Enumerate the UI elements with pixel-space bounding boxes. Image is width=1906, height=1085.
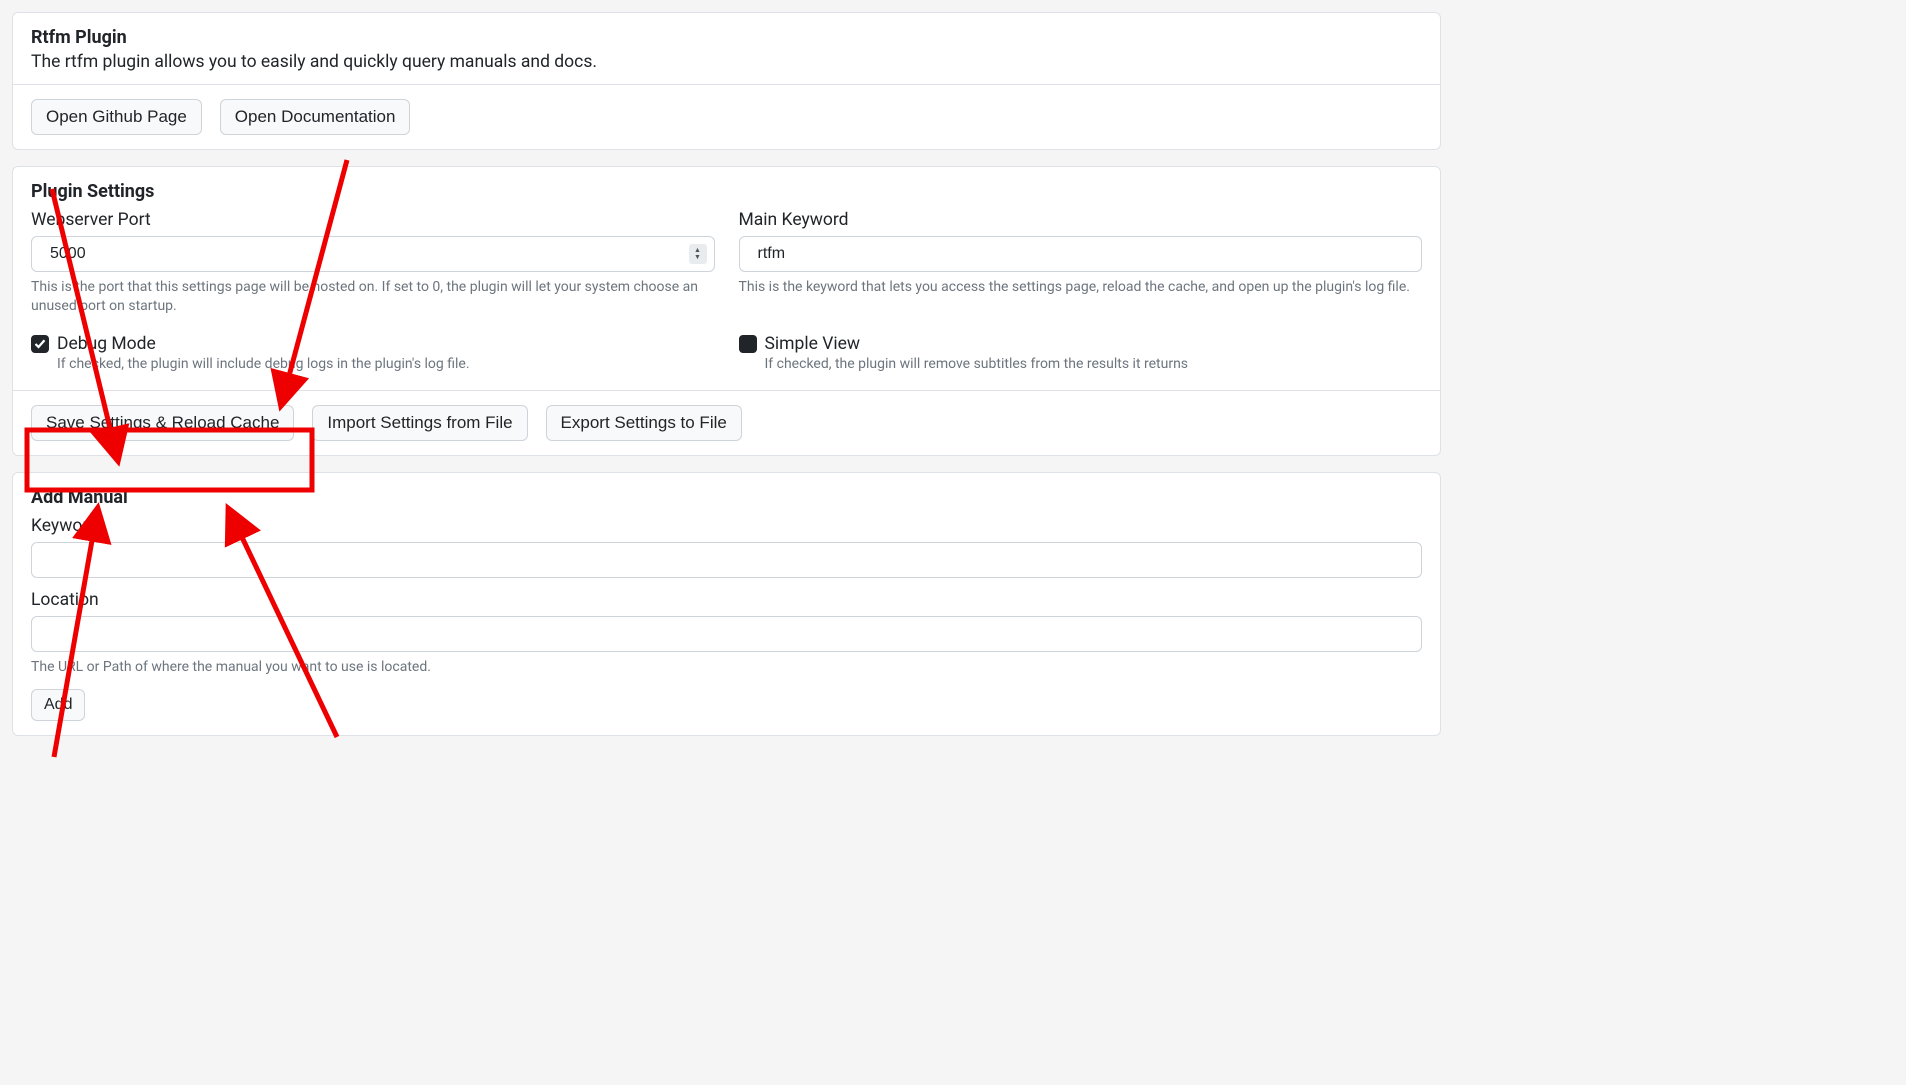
intro-title: Rtfm Plugin [31,27,1422,48]
intro-card: Rtfm Plugin The rtfm plugin allows you t… [12,12,1441,150]
simple-label: Simple View [765,334,861,354]
open-docs-button[interactable]: Open Documentation [220,99,411,135]
debug-label: Debug Mode [57,334,156,354]
keyword-help: This is the keyword that lets you access… [739,278,1423,297]
manual-keyword-input[interactable] [31,542,1422,578]
add-manual-button[interactable]: Add [31,689,85,721]
save-settings-button[interactable]: Save Settings & Reload Cache [31,405,294,441]
port-label: Webserver Port [31,210,715,230]
manual-keyword-label: Keyword [31,516,1422,536]
manual-location-help: The URL or Path of where the manual you … [31,658,1422,677]
manual-location-input[interactable] [31,616,1422,652]
simple-checkbox[interactable] [739,335,757,353]
settings-card: Plugin Settings Webserver Port ▲▼ This i… [12,166,1441,456]
keyword-input[interactable] [739,236,1423,272]
debug-checkbox[interactable] [31,335,49,353]
add-manual-card: Add Manual Keyword Location The URL or P… [12,472,1441,736]
port-help: This is the port that this settings page… [31,278,715,316]
number-stepper-icon[interactable]: ▲▼ [689,244,707,264]
debug-help: If checked, the plugin will include debu… [57,356,715,372]
export-settings-button[interactable]: Export Settings to File [546,405,742,441]
manual-title: Add Manual [31,487,1422,508]
intro-desc: The rtfm plugin allows you to easily and… [31,52,1422,72]
settings-title: Plugin Settings [31,181,1422,202]
simple-help: If checked, the plugin will remove subti… [765,356,1423,372]
keyword-label: Main Keyword [739,210,1423,230]
manual-location-label: Location [31,590,1422,610]
port-input[interactable] [31,236,715,272]
open-github-button[interactable]: Open Github Page [31,99,202,135]
import-settings-button[interactable]: Import Settings from File [312,405,527,441]
check-icon [34,338,46,350]
